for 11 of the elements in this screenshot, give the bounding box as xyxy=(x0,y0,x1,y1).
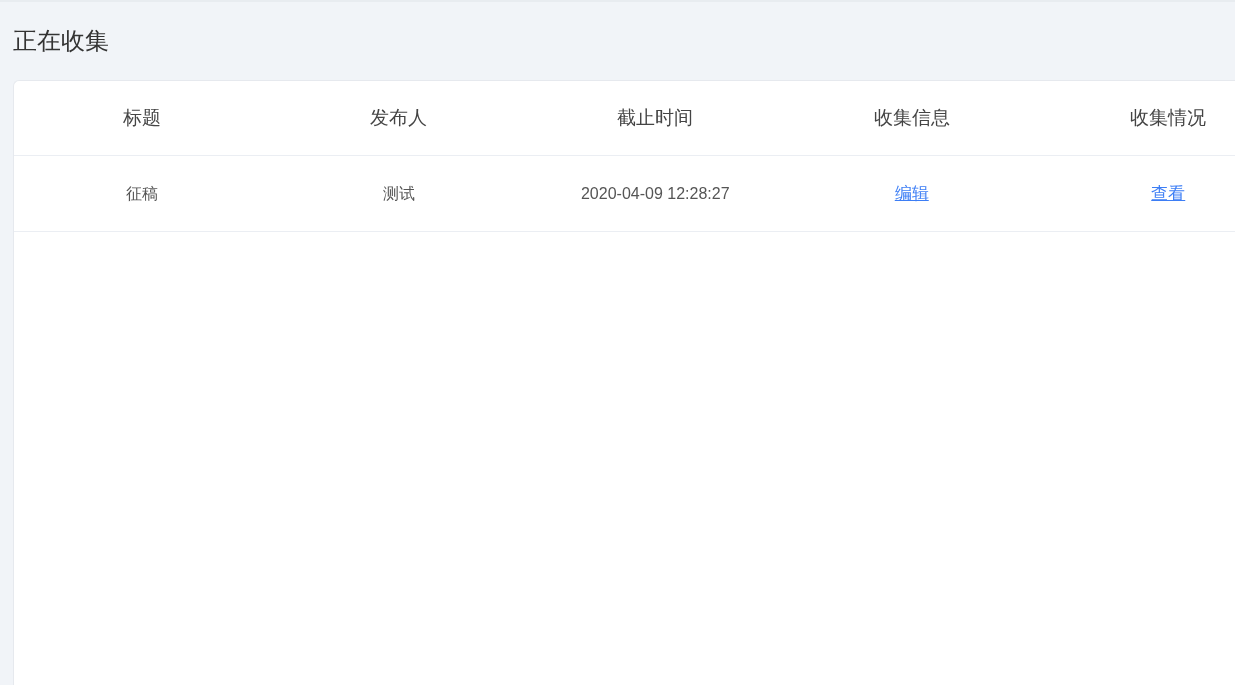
column-header: 收集信息 xyxy=(873,106,950,128)
table-cell: 测试 xyxy=(382,184,415,202)
column-header: 标题 xyxy=(123,106,162,128)
column-header: 发布人 xyxy=(370,106,428,128)
page-title: 正在收集 xyxy=(13,26,109,56)
table-link[interactable]: 编辑 xyxy=(894,183,929,203)
table-cell: 2020-04-09 12:28:27 xyxy=(580,184,730,202)
column-header: 截止时间 xyxy=(617,106,694,128)
table-cell: 征稿 xyxy=(126,184,159,202)
table-link[interactable]: 查看 xyxy=(1151,183,1186,203)
column-header: 收集情况 xyxy=(1130,106,1207,128)
